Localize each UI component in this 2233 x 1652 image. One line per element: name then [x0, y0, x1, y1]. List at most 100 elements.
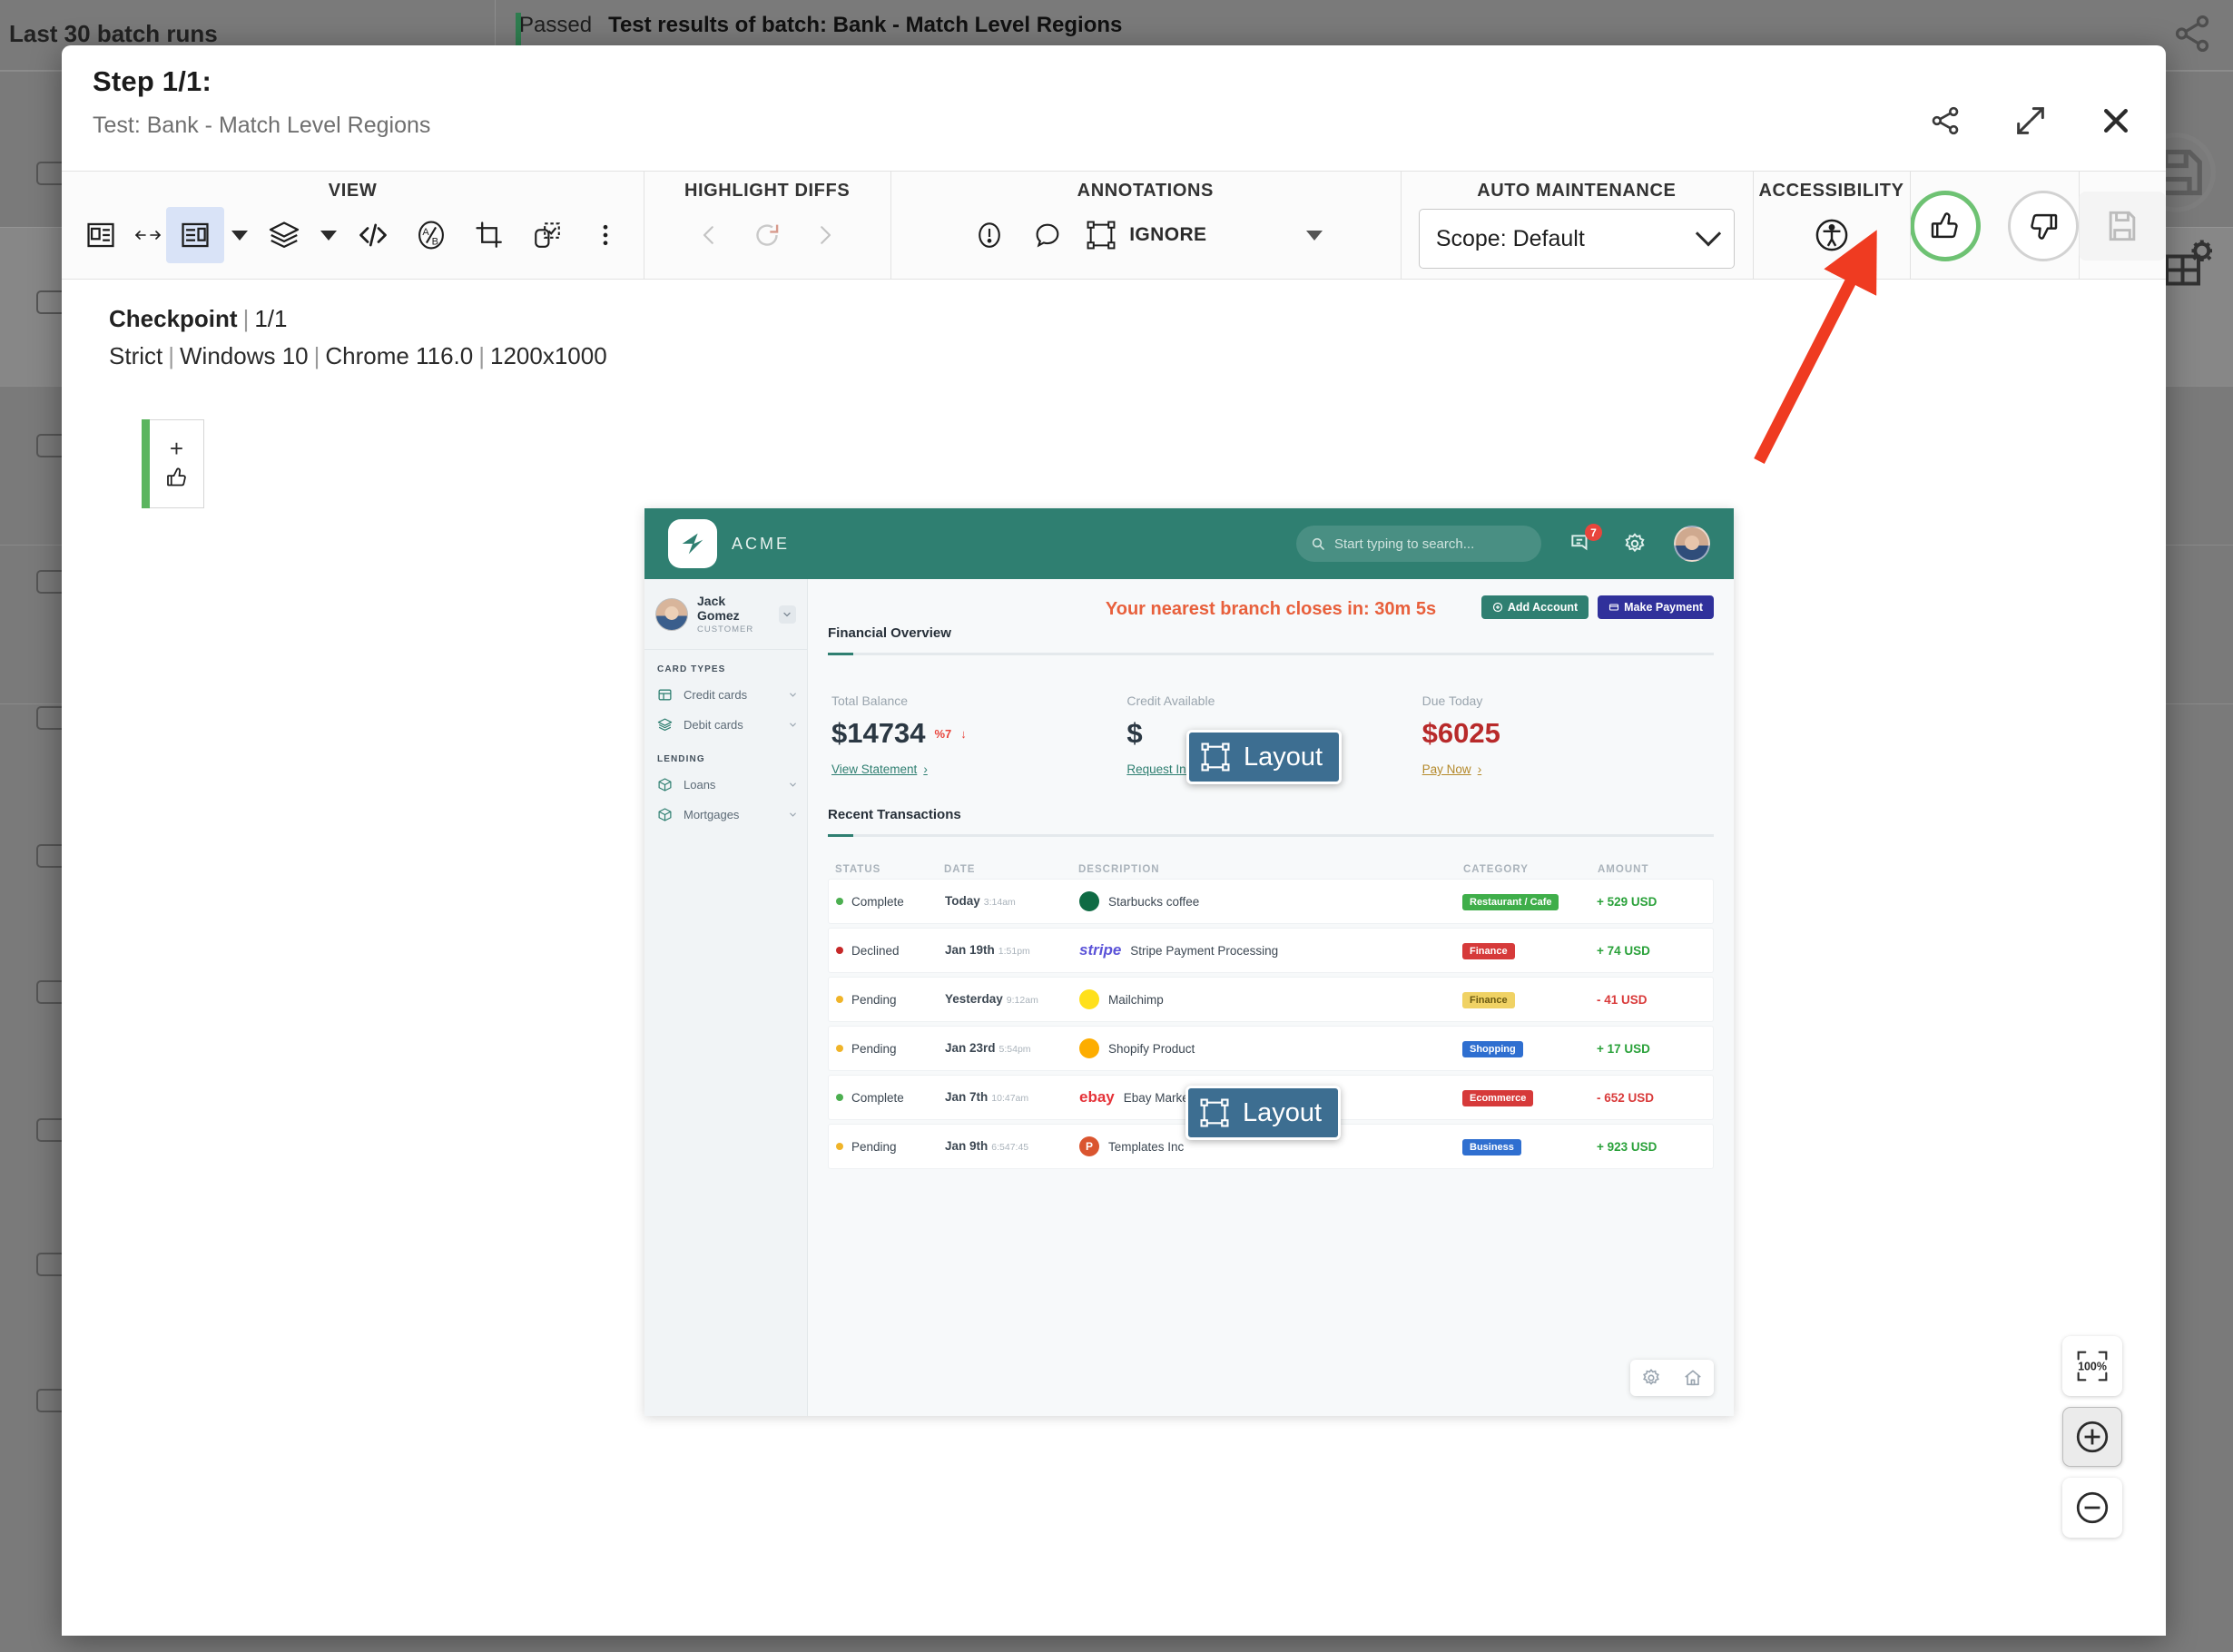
- sidebar-item-debit-cards[interactable]: Debit cards: [644, 710, 807, 740]
- scope-value: Scope: Default: [1435, 225, 1585, 251]
- save-button[interactable]: [2079, 192, 2166, 261]
- zoom-in-button[interactable]: [2062, 1407, 2122, 1467]
- sidebar-item-mortgages[interactable]: Mortgages: [644, 800, 807, 830]
- single-view-icon[interactable]: [165, 207, 224, 263]
- avatar[interactable]: [1674, 526, 1710, 562]
- sketch-logo: [1079, 1038, 1099, 1058]
- accessibility-icon[interactable]: [1803, 207, 1861, 263]
- layout-tooltip-credit[interactable]: Layout: [1186, 730, 1343, 784]
- toolbar-group-view: VIEW A B: [62, 172, 644, 279]
- expand-icon[interactable]: [2012, 102, 2050, 140]
- checkpoint-browser: Chrome 116.0: [325, 342, 474, 369]
- table-row[interactable]: Declined Jan 19th 1:51pm stripe Stripe Payme…: [828, 928, 1714, 973]
- settings-gear-icon[interactable]: [1619, 528, 1650, 559]
- date-cell: Jan 9th 6:547:45: [945, 1139, 1029, 1153]
- checkpoint-screenshot[interactable]: ACME Start typing to search... 7 Jack Go…: [644, 508, 1734, 1416]
- ignore-region-button[interactable]: IGNORE: [1077, 220, 1212, 251]
- select-region-icon[interactable]: [518, 207, 576, 263]
- side-by-side-icon[interactable]: [72, 207, 130, 263]
- swap-sides-icon[interactable]: [130, 207, 166, 263]
- reject-thumbs-down-button[interactable]: [2008, 191, 2079, 261]
- table-row[interactable]: Pending Yesterday 9:12am Mailchimp Finance - …: [828, 977, 1714, 1022]
- description-cell: stripe Stripe Payment Processing: [1079, 941, 1462, 959]
- stat-due-today: Due Today $6025 Pay Now ›: [1419, 693, 1714, 776]
- toolbar-group-highlight-diffs: HIGHLIGHT DIFFS: [644, 172, 890, 279]
- comment-icon[interactable]: [1018, 207, 1077, 263]
- link-label: View Statement: [831, 762, 918, 776]
- share-icon[interactable]: [2171, 13, 2213, 54]
- prev-diff-icon[interactable]: [680, 207, 738, 263]
- next-diff-icon[interactable]: [796, 207, 854, 263]
- crop-icon[interactable]: [460, 207, 518, 263]
- more-options-icon[interactable]: [576, 207, 634, 263]
- chevron-down-icon[interactable]: [788, 810, 798, 820]
- layers-chevron-down-icon[interactable]: [313, 207, 344, 263]
- close-icon[interactable]: [2097, 102, 2135, 140]
- status-badge: Restaurant / Cafe: [1462, 893, 1559, 910]
- add-marker-icon[interactable]: +: [170, 437, 183, 460]
- alert-icon[interactable]: [960, 207, 1018, 263]
- button-label: Add Account: [1507, 601, 1579, 614]
- pay-now-link[interactable]: Pay Now ›: [1422, 762, 1714, 776]
- avatar: [655, 597, 688, 631]
- divider: [828, 834, 1714, 837]
- toolbar-group-label: ACCESSIBILITY: [1758, 181, 1904, 201]
- trend-down-icon: ↓: [960, 726, 967, 741]
- make-payment-button[interactable]: Make Payment: [1598, 595, 1714, 619]
- status-label: Pending: [851, 1041, 897, 1056]
- notifications-icon[interactable]: 7: [1565, 524, 1602, 559]
- status-label: Pending: [851, 992, 897, 1007]
- layers-icon[interactable]: [255, 207, 313, 263]
- view-mode-chevron-down-icon[interactable]: [224, 207, 255, 263]
- annotation-type-chevron-down-icon[interactable]: [1299, 207, 1330, 263]
- scope-select[interactable]: Scope: Default: [1418, 209, 1735, 269]
- stat-delta: %7: [934, 726, 952, 741]
- home-icon[interactable]: [1672, 1360, 1714, 1396]
- fit-zoom-button[interactable]: 100%: [2062, 1336, 2122, 1396]
- app-main: Your nearest branch closes in: 30m 5s Ad…: [808, 579, 1734, 1416]
- ebay-logo: ebay: [1079, 1088, 1115, 1106]
- settings-gear-icon[interactable]: [1630, 1360, 1672, 1396]
- stat-value: $6025: [1421, 717, 1500, 749]
- sidebar-item-credit-cards[interactable]: Credit cards: [644, 680, 807, 710]
- brand-name: ACME: [732, 534, 791, 553]
- view-statement-link[interactable]: View Statement ›: [831, 762, 1123, 776]
- zoom-controls: 100%: [2062, 1336, 2122, 1538]
- layout-tooltip-transaction[interactable]: Layout: [1185, 1086, 1342, 1140]
- zoom-out-button[interactable]: [2062, 1478, 2122, 1538]
- modal-header: Step 1/1: Test: Bank - Match Level Regio…: [62, 45, 2166, 145]
- ab-compare-icon[interactable]: A B: [402, 207, 460, 263]
- app-header: ACME Start typing to search... 7: [644, 508, 1734, 579]
- search-input[interactable]: Start typing to search...: [1296, 526, 1541, 562]
- chevron-down-icon[interactable]: [778, 605, 796, 624]
- share-icon[interactable]: [1926, 102, 1964, 140]
- refresh-diff-icon[interactable]: [738, 207, 796, 263]
- sidebar-item-loans[interactable]: Loans: [644, 770, 807, 800]
- zoom-in-icon: [2076, 1421, 2109, 1453]
- code-icon[interactable]: [344, 207, 402, 263]
- description-label: Templates Inc: [1108, 1139, 1185, 1154]
- user-name: Jack Gomez: [697, 594, 740, 624]
- description-cell: Shopify Product: [1079, 1038, 1462, 1058]
- accept-thumbs-up-button[interactable]: [1910, 191, 1981, 261]
- toolbar-group-save: [2079, 172, 2166, 279]
- description-label: Stripe Payment Processing: [1130, 943, 1279, 958]
- table-row[interactable]: Pending Jan 23rd 5:54pm Shopify Product Shop…: [828, 1026, 1714, 1071]
- stat-value: $: [1126, 717, 1143, 749]
- layout-region-icon: [1200, 1098, 1229, 1127]
- chevron-down-icon[interactable]: [788, 690, 798, 700]
- recent-transactions-title: Recent Transactions: [828, 807, 961, 822]
- checkpoint-index: 1/1: [254, 305, 288, 332]
- chevron-down-icon[interactable]: [788, 720, 798, 730]
- add-account-button[interactable]: Add Account: [1480, 595, 1589, 619]
- status-dot: [836, 898, 843, 905]
- starbucks-logo: [1079, 891, 1099, 911]
- table-row[interactable]: Complete Today 3:14am Starbucks coffee Resta…: [828, 879, 1714, 924]
- status-badge: Business: [1462, 1138, 1521, 1155]
- category-cell: Finance: [1462, 991, 1597, 1008]
- status-dot: [836, 947, 843, 954]
- table-gear-icon[interactable]: [2162, 236, 2217, 290]
- chevron-down-icon[interactable]: [788, 780, 798, 790]
- sidebar-user[interactable]: Jack Gomez CUSTOMER: [644, 579, 807, 651]
- status-dot: [836, 1094, 843, 1101]
